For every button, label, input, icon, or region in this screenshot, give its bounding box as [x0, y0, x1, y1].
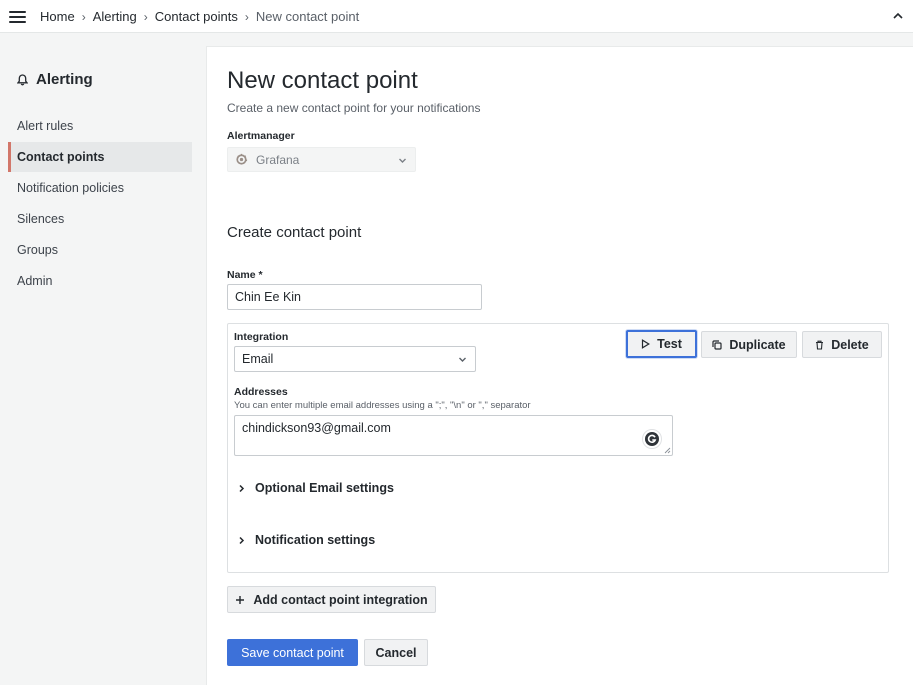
trash-icon — [816, 340, 824, 350]
section-title: Create contact point — [227, 224, 362, 241]
main-panel: New contact point Create a new contact p… — [206, 46, 913, 685]
test-button[interactable]: Test — [626, 330, 697, 358]
breadcrumb-home[interactable]: Home — [40, 9, 75, 24]
sidebar-title: Alerting — [17, 71, 93, 88]
breadcrumb-alerting[interactable]: Alerting — [93, 9, 137, 24]
breadcrumb-separator-icon: › — [244, 9, 249, 24]
delete-button-label: Delete — [831, 337, 869, 352]
sidebar-item-label: Groups — [17, 243, 58, 257]
sidebar-item-admin[interactable]: Admin — [8, 266, 192, 296]
sidebar-item-notification-policies[interactable]: Notification policies — [8, 173, 192, 203]
page-subtitle: Create a new contact point for your noti… — [227, 101, 481, 115]
sidebar-item-label: Contact points — [17, 150, 105, 164]
sidebar: Alerting Alert rules Contact points Noti… — [0, 33, 205, 685]
test-button-label: Test — [657, 337, 682, 351]
grammarly-icon[interactable] — [642, 429, 662, 449]
addresses-textarea[interactable]: chindickson93@gmail.com — [234, 415, 673, 456]
breadcrumb: Home › Alerting › Contact points › New c… — [40, 9, 359, 24]
save-contact-point-button[interactable]: Save contact point — [227, 639, 358, 666]
sidebar-item-groups[interactable]: Groups — [8, 235, 192, 265]
duplicate-button[interactable]: Duplicate — [701, 331, 797, 358]
integration-panel: Integration Email Test Duplicate Delete — [227, 323, 889, 573]
sidebar-item-label: Silences — [17, 212, 65, 226]
menu-icon[interactable] — [9, 11, 26, 23]
sidebar-item-label: Admin — [17, 274, 53, 288]
chevron-right-icon — [239, 536, 245, 544]
sidebar-item-alert-rules[interactable]: Alert rules — [8, 111, 192, 141]
page-title: New contact point — [227, 67, 418, 94]
chevron-down-icon — [399, 158, 406, 163]
integration-select[interactable]: Email — [234, 346, 476, 372]
breadcrumb-separator-icon: › — [143, 9, 148, 24]
sidebar-item-silences[interactable]: Silences — [8, 204, 192, 234]
sidebar-item-contact-points[interactable]: Contact points — [8, 142, 192, 172]
notification-settings-label: Notification settings — [255, 533, 376, 547]
sidebar-item-label: Notification policies — [17, 181, 124, 195]
delete-button[interactable]: Delete — [802, 331, 882, 358]
notification-settings-toggle[interactable]: Notification settings — [238, 533, 375, 547]
copy-icon — [712, 339, 722, 350]
addresses-description: You can enter multiple email addresses u… — [234, 400, 531, 411]
optional-email-settings-label: Optional Email settings — [255, 481, 394, 495]
alertmanager-select[interactable]: Grafana — [227, 147, 416, 172]
add-integration-label: Add contact point integration — [253, 592, 428, 607]
alertmanager-label: Alertmanager — [227, 130, 295, 142]
plus-icon — [236, 595, 245, 604]
addresses-label: Addresses — [234, 386, 288, 398]
top-bar: Home › Alerting › Contact points › New c… — [0, 0, 913, 33]
duplicate-button-label: Duplicate — [729, 337, 786, 352]
bell-icon — [17, 73, 28, 85]
integration-select-value: Email — [242, 352, 274, 366]
cancel-button[interactable]: Cancel — [364, 639, 428, 666]
sidebar-title-label: Alerting — [36, 71, 93, 88]
breadcrumb-separator-icon: › — [81, 9, 86, 24]
chevron-up-icon[interactable] — [892, 10, 904, 22]
alertmanager-value: Grafana — [256, 152, 300, 167]
addresses-value: chindickson93@gmail.com — [242, 421, 391, 435]
name-label: Name * — [227, 269, 263, 281]
grafana-logo-icon — [236, 153, 248, 165]
play-icon — [642, 339, 651, 349]
name-input[interactable]: Chin Ee Kin — [227, 284, 482, 310]
breadcrumb-current: New contact point — [255, 9, 360, 24]
add-contact-point-integration-button[interactable]: Add contact point integration — [227, 586, 436, 613]
optional-email-settings-toggle[interactable]: Optional Email settings — [238, 481, 394, 495]
chevron-down-icon — [459, 357, 466, 362]
name-input-value: Chin Ee Kin — [235, 290, 302, 304]
chevron-right-icon — [239, 484, 245, 492]
resize-handle-icon[interactable] — [664, 447, 671, 454]
sidebar-item-label: Alert rules — [17, 119, 74, 133]
breadcrumb-contact-points[interactable]: Contact points — [155, 9, 238, 24]
integration-label: Integration — [234, 331, 289, 343]
